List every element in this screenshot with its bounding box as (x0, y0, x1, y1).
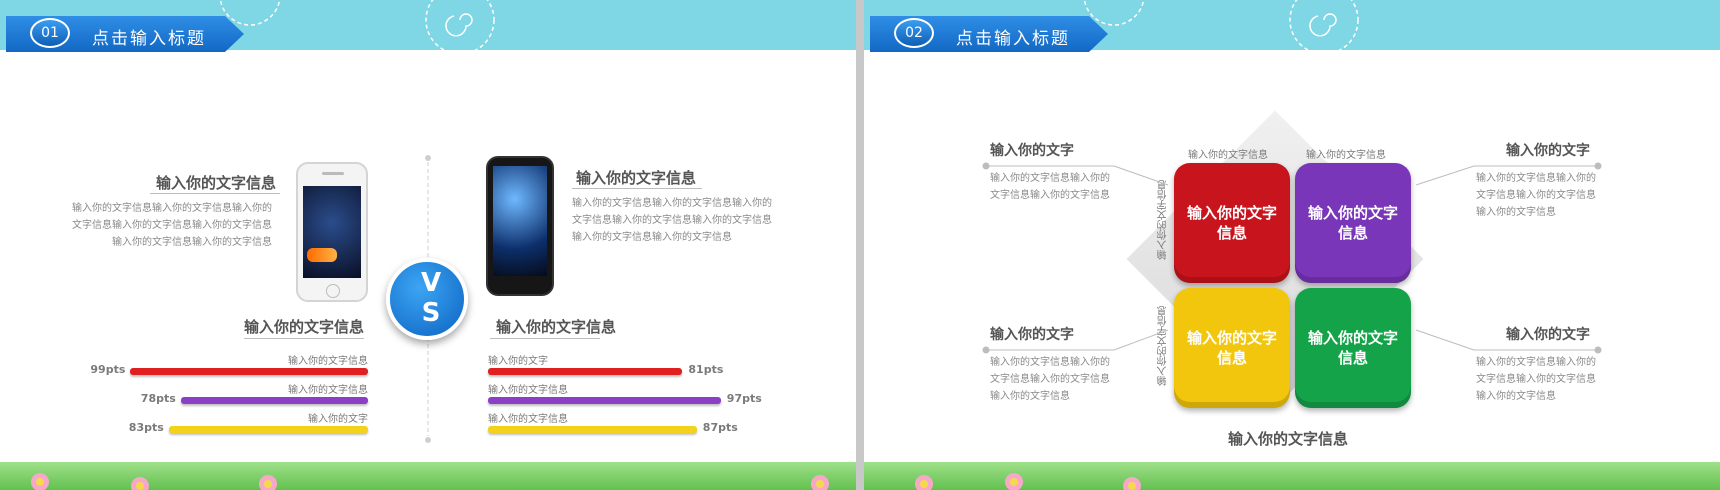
side-heading-bottom-right: 输入你的文字 (1506, 327, 1590, 343)
bar-label: 输入你的文字 (308, 414, 368, 425)
left-chart-underline (244, 338, 364, 339)
side-body-bottom-left: 输入你的文字信息输入你的文字信息输入你的文字信息输入你的文字信息 (990, 357, 1110, 402)
slide-number: 01 (30, 18, 70, 48)
bar-value: 97pts (726, 392, 762, 405)
vs-letter-s: S (421, 298, 441, 328)
left-chart-heading: 输入你的文字信息 (244, 318, 365, 336)
bar-value: 81pts (688, 363, 724, 376)
bar-label: 输入你的文字信息 (488, 385, 568, 396)
left-heading: 输入你的文字信息 (156, 174, 277, 192)
bar (130, 368, 368, 375)
bar (488, 426, 697, 433)
flower-decoration (915, 473, 1141, 490)
vs-letter-v: V (420, 268, 442, 298)
right-chart-heading: 输入你的文字信息 (496, 318, 617, 336)
bar-label: 输入你的文字信息 (288, 356, 368, 367)
bar (488, 368, 683, 375)
right-body: 输入你的文字信息输入你的文字信息输入你的文字信息输入你的文字信息输入你的文字信息… (572, 198, 772, 243)
connector-lines (982, 162, 1602, 354)
black-phone-image (486, 156, 554, 296)
left-heading-underline (150, 193, 280, 194)
side-heading-top-right: 输入你的文字 (1506, 143, 1590, 159)
bar-value: 78pts (140, 392, 176, 405)
vs-badge: V S (386, 258, 468, 340)
right-heading-underline (572, 188, 702, 189)
grass-footer (0, 462, 856, 490)
flower-decoration (31, 473, 829, 490)
bar (180, 397, 368, 404)
bar (168, 426, 368, 433)
bar (488, 397, 721, 404)
grass-footer (864, 462, 1720, 490)
side-heading-top-left: 输入你的文字 (990, 143, 1074, 159)
phone-screen (493, 166, 547, 276)
bar-label: 输入你的文字信息 (488, 414, 568, 425)
side-heading-bottom-left: 输入你的文字 (990, 327, 1074, 343)
bar-label: 输入你的文字信息 (288, 385, 368, 396)
bar-value: 83pts (128, 421, 164, 434)
side-body-bottom-right: 输入你的文字信息输入你的文字信息输入你的文字信息输入你的文字信息 (1476, 357, 1596, 402)
white-phone-image (296, 162, 368, 302)
slide-title[interactable]: 点击输入标题 (92, 24, 206, 49)
slide-1: 01 点击输入标题 输入你的文字信息 输入你的文字信息输入你的文字信息输入你的文… (0, 0, 856, 490)
right-heading: 输入你的文字信息 (576, 169, 697, 187)
phone-screen (303, 186, 361, 278)
side-body-top-left: 输入你的文字信息输入你的文字信息输入你的文字信息 (990, 173, 1110, 201)
bar-value: 99pts (90, 363, 126, 376)
bar-value: 87pts (702, 421, 738, 434)
slide-2: 02 点击输入标题 输入你的文字信息 输入你的文字信息 输入你的文字信息 输入你… (864, 0, 1720, 490)
side-body-top-right: 输入你的文字信息输入你的文字信息输入你的文字信息输入你的文字信息 (1476, 173, 1596, 218)
right-chart-underline (490, 338, 600, 339)
left-body: 输入你的文字信息输入你的文字信息输入你的文字信息输入你的文字信息输入你的文字信息… (72, 203, 272, 248)
bar-label: 输入你的文字 (488, 356, 548, 367)
